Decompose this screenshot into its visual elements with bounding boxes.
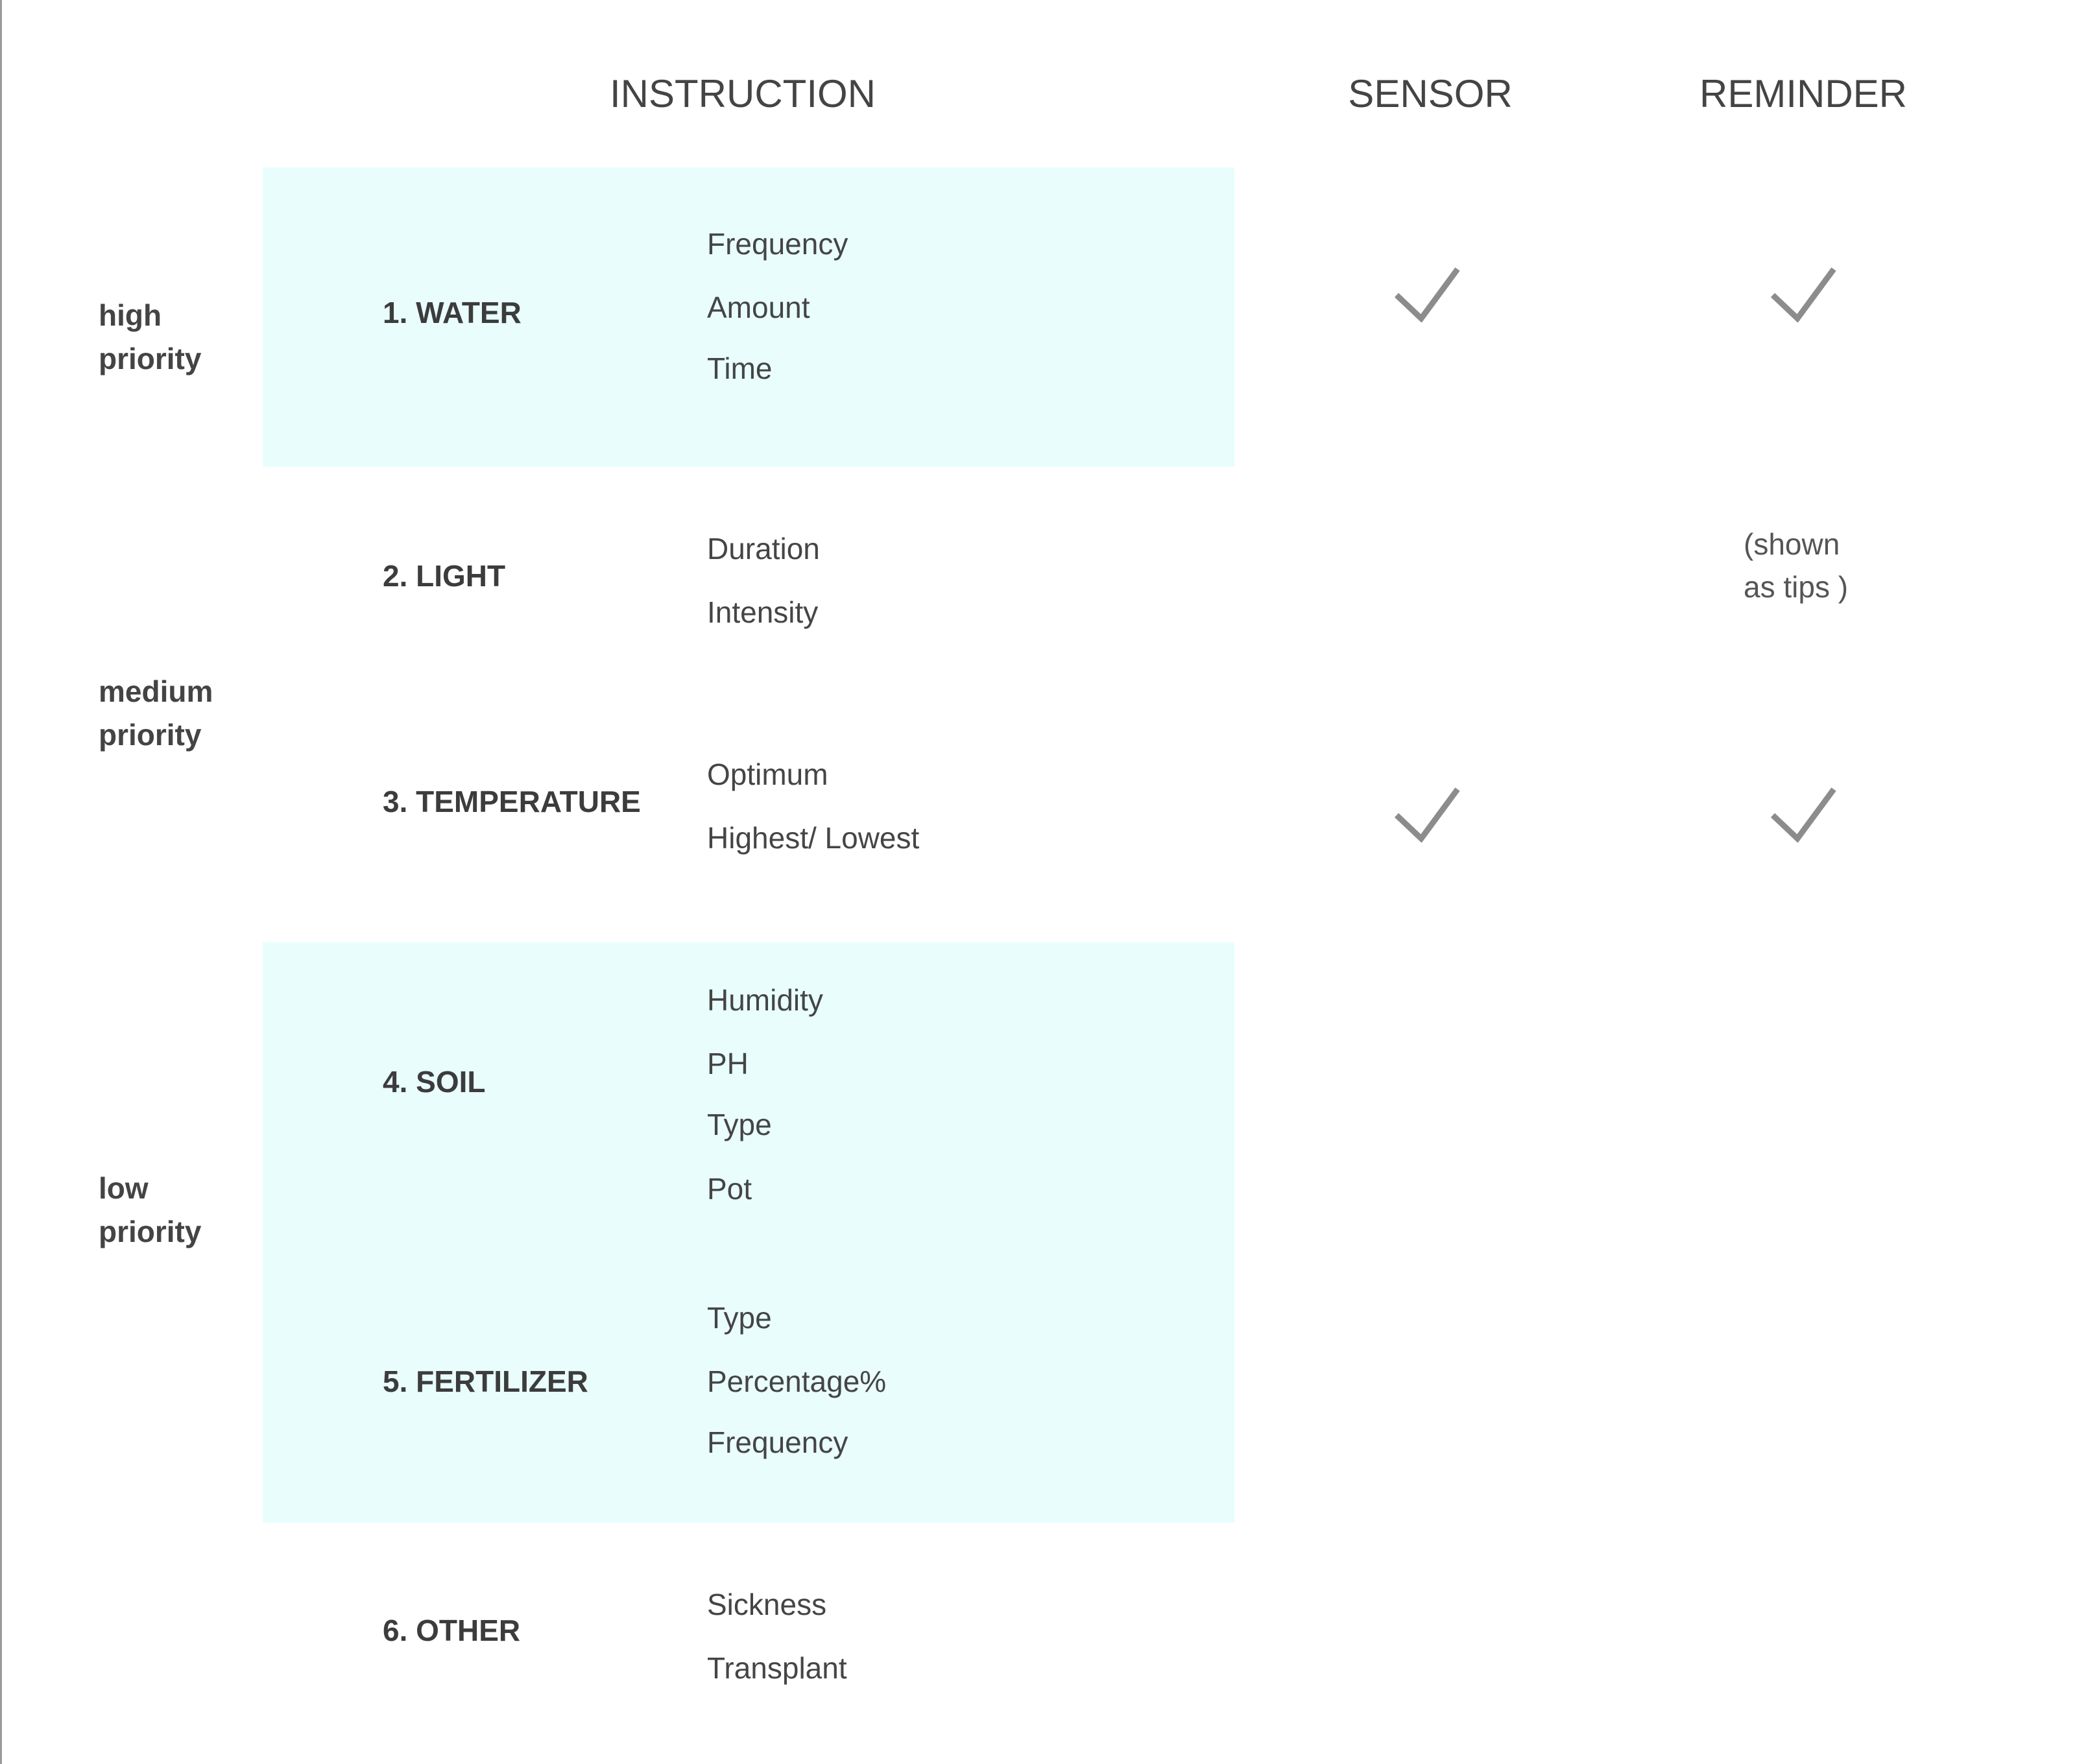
priority-label-medium: medium priority <box>99 670 213 757</box>
item-other-sickness: Sickness <box>707 1588 827 1621</box>
checkmark-icon <box>1394 267 1460 322</box>
header-instruction: INSTRUCTION <box>610 72 876 115</box>
item-fertilizer-type: Type <box>707 1301 772 1335</box>
item-fertilizer-percentage: Percentage% <box>707 1365 887 1398</box>
checkmark-icon <box>1770 787 1836 842</box>
category-water: 1. WATER <box>383 296 522 329</box>
header-reminder: REMINDER <box>1699 72 1908 115</box>
priority-high-line-2: priority <box>99 342 202 375</box>
priority-medium-line-1: medium <box>99 674 213 708</box>
priority-label-low: low priority <box>99 1167 201 1254</box>
reminder-note-line-1: (shown <box>1744 527 1840 561</box>
item-soil-humidity: Humidity <box>707 983 823 1017</box>
item-temperature-highest-lowest: Highest/ Lowest <box>707 821 920 855</box>
category-other: 6. OTHER <box>383 1614 521 1647</box>
priority-label-high: high priority <box>99 294 201 381</box>
reminder-note-light: (shown as tips ) <box>1744 523 1848 608</box>
item-temperature-optimum: Optimum <box>707 757 828 791</box>
item-water-frequency: Frequency <box>707 227 848 261</box>
checkmark-icon <box>1394 787 1460 842</box>
item-light-duration: Duration <box>707 532 820 566</box>
priority-low-line-2: priority <box>99 1215 202 1248</box>
category-soil: 4. SOIL <box>383 1065 486 1099</box>
item-soil-ph: PH <box>707 1047 749 1080</box>
priority-medium-line-2: priority <box>99 718 202 752</box>
checkmark-icon <box>1770 267 1836 322</box>
priority-low-line-1: low <box>99 1171 149 1205</box>
item-fertilizer-frequency: Frequency <box>707 1425 848 1459</box>
item-soil-type: Type <box>707 1108 772 1141</box>
item-other-transplant: Transplant <box>707 1651 847 1685</box>
item-water-time: Time <box>707 352 773 385</box>
category-light: 2. LIGHT <box>383 559 506 593</box>
header-sensor: SENSOR <box>1348 72 1513 115</box>
category-fertilizer: 5. FERTILIZER <box>383 1365 588 1398</box>
page-left-border <box>0 0 2 1764</box>
reminder-note-line-2: as tips ) <box>1744 570 1849 604</box>
item-water-amount: Amount <box>707 291 810 324</box>
item-soil-pot: Pot <box>707 1172 752 1206</box>
item-light-intensity: Intensity <box>707 595 819 629</box>
category-temperature: 3. TEMPERATURE <box>383 785 641 818</box>
priority-high-line-1: high <box>99 298 162 332</box>
